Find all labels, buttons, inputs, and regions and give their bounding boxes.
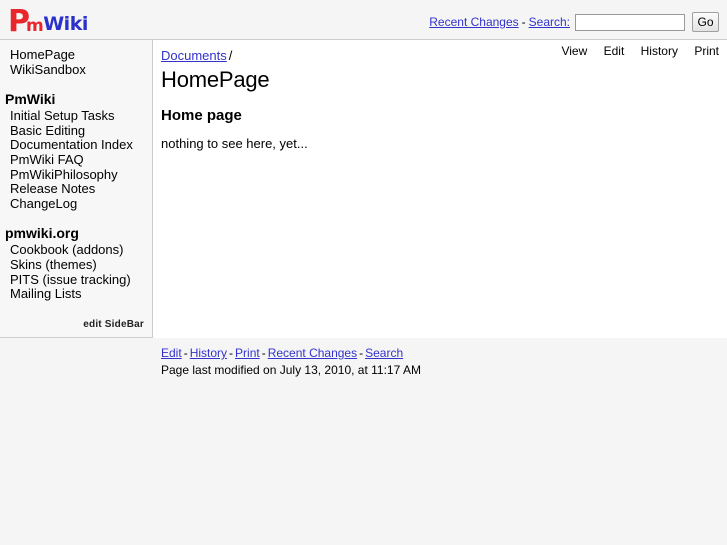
footer-separator-1: - [183,346,188,360]
footer-link-print[interactable]: Print [235,346,260,360]
footer-links: Edit - History - Print - Recent Changes - Search [161,345,727,361]
sidebar-item-basic-editing[interactable]: Basic Editing [10,123,146,139]
body-wrapper: HomePage WikiSandbox PmWiki Initial Setu… [0,40,727,338]
breadcrumb-link-documents[interactable]: Documents [161,48,227,63]
footer-separator-3: - [261,346,266,360]
footer-link-recent-changes[interactable]: Recent Changes [268,346,357,360]
footer-separator-4: - [359,346,364,360]
sidebar-item-release-notes[interactable]: Release Notes [10,182,146,197]
page-container: PmWiki Recent Changes - Search: Go HomeP… [0,0,727,378]
sidebar-item-initial-setup-tasks[interactable]: Initial Setup Tasks [10,109,146,124]
recent-changes-link[interactable]: Recent Changes [429,15,518,29]
footer-link-edit[interactable]: Edit [161,346,182,360]
sidebar-group-pmwiki-org: Cookbook (addons) Skins (themes) PITS (i… [10,243,146,301]
footer-separator-2: - [229,346,234,360]
nav-edit[interactable]: Edit [604,44,625,58]
sidebar-item-changelog[interactable]: ChangeLog [10,196,146,212]
last-modified-text: Page last modified on July 13, 2010, at … [161,363,421,377]
header-separator: - [521,15,526,29]
sidebar-item-cookbook[interactable]: Cookbook (addons) [10,243,146,258]
sidebar-heading-pmwiki-org: pmwiki.org [5,225,79,242]
breadcrumb-separator: / [228,48,233,63]
sidebar-item-wikisandbox[interactable]: WikiSandbox [10,62,146,78]
logo-letter-p: P [8,4,30,39]
main-content: View Edit History Print Documents / HomeP… [153,40,727,338]
sidebar-item-homepage[interactable]: HomePage [10,47,146,63]
sidebar-item-mailing-lists[interactable]: Mailing Lists [10,287,146,302]
nav-history[interactable]: History [641,44,678,58]
edit-sidebar-link[interactable]: edit SideBar [83,319,144,330]
footer-link-search[interactable]: Search [365,346,403,360]
logo-letter-m: m [26,16,44,36]
search-link[interactable]: Search: [529,15,570,29]
page-body-text: nothing to see here, yet... [161,136,308,151]
nav-print[interactable]: Print [694,44,719,58]
search-go-button[interactable]: Go [692,12,719,32]
search-input[interactable] [575,13,685,31]
sidebar-item-documentation-index[interactable]: Documentation Index [10,138,146,153]
sidebar-item-pmwikiphilosophy[interactable]: PmWikiPhilosophy [10,167,146,183]
sidebar-item-skins[interactable]: Skins (themes) [10,257,146,273]
sidebar-item-pmwiki-faq[interactable]: PmWiki FAQ [10,152,146,168]
sidebar-item-pits[interactable]: PITS (issue tracking) [10,272,146,288]
footer-link-history[interactable]: History [190,346,227,360]
header-search-bar: Recent Changes - Search: Go [429,11,719,33]
page-footer: Edit - History - Print - Recent Changes - Search… [0,338,727,378]
sidebar-heading-pmwiki: PmWiki [5,91,56,108]
sidebar: HomePage WikiSandbox PmWiki Initial Setu… [0,40,153,338]
sidebar-group-pmwiki: Initial Setup Tasks Basic Editing Docume… [10,109,146,211]
page-action-nav: View Edit History Print [548,44,719,58]
logo-word-wiki: Wiki [43,13,88,35]
nav-view[interactable]: View [561,44,587,58]
pmwiki-logo[interactable]: PmWiki [8,6,89,37]
site-header: PmWiki Recent Changes - Search: Go [0,0,727,40]
page-title: HomePage [161,67,270,92]
section-heading: Home page [161,107,242,124]
